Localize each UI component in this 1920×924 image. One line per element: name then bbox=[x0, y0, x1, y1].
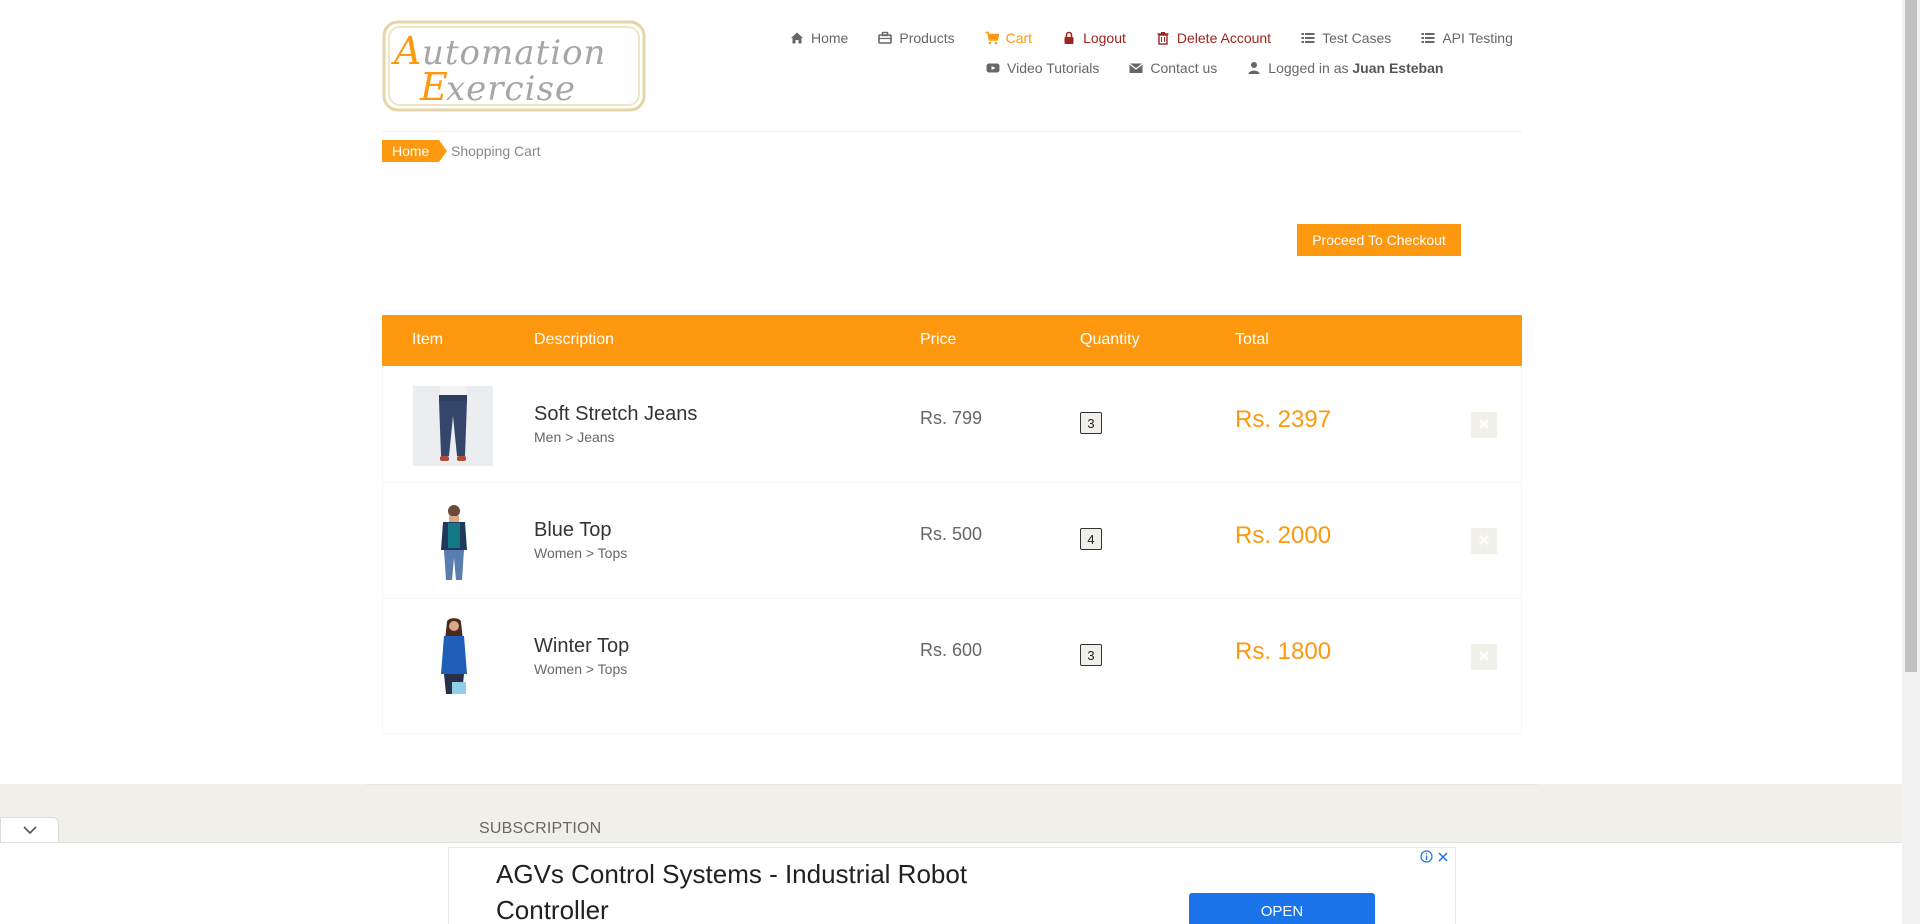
nav-logout-label: Logout bbox=[1083, 30, 1126, 46]
product-total: Rs. 2000 bbox=[1235, 522, 1332, 549]
proceed-to-checkout-button[interactable]: Proceed To Checkout bbox=[1297, 224, 1461, 256]
close-icon bbox=[1479, 648, 1489, 666]
product-name[interactable]: Soft Stretch Jeans bbox=[534, 403, 697, 426]
nav-cart[interactable]: Cart bbox=[985, 30, 1032, 46]
nav-delete-account-label: Delete Account bbox=[1176, 30, 1272, 46]
ad-open-button[interactable]: OPEN bbox=[1189, 893, 1375, 924]
list-icon bbox=[1421, 31, 1435, 45]
cart-row: Blue Top Women > Tops Rs. 500 4 Rs. 2000 bbox=[383, 482, 1521, 599]
nav-api-testing[interactable]: API Testing bbox=[1421, 30, 1513, 46]
close-icon[interactable] bbox=[1437, 850, 1449, 866]
scrollbar-thumb[interactable] bbox=[1905, 0, 1917, 672]
header-item: Item bbox=[412, 331, 444, 348]
product-category: Men > Jeans bbox=[534, 429, 615, 445]
youtube-icon bbox=[986, 61, 1000, 75]
list-icon bbox=[1301, 31, 1315, 45]
secondary-nav: Video Tutorials Contact us Logged in as … bbox=[986, 60, 1443, 76]
product-quantity[interactable]: 4 bbox=[1080, 528, 1102, 550]
header-description: Description bbox=[534, 331, 615, 348]
user-icon bbox=[1247, 61, 1261, 75]
trash-icon bbox=[1156, 31, 1170, 45]
product-name[interactable]: Blue Top bbox=[534, 519, 611, 542]
product-quantity[interactable]: 3 bbox=[1080, 644, 1102, 666]
header-divider bbox=[382, 131, 1522, 132]
page: A utomation E xercise Home Products Cart bbox=[0, 0, 1902, 924]
header-total: Total bbox=[1235, 331, 1269, 348]
product-image-blue-top[interactable] bbox=[413, 502, 493, 582]
nav-logged-in-user[interactable]: Logged in as Juan Esteban bbox=[1247, 60, 1443, 76]
delete-item-button[interactable] bbox=[1471, 412, 1497, 438]
nav-home-label: Home bbox=[811, 30, 849, 46]
ad-collapse-button[interactable] bbox=[0, 817, 59, 844]
ad-box[interactable]: AGVs Control Systems - Industrial Robot … bbox=[448, 847, 1456, 924]
product-category: Women > Tops bbox=[534, 545, 628, 561]
close-icon bbox=[1479, 532, 1489, 550]
nav-cart-label: Cart bbox=[1005, 30, 1033, 46]
home-icon bbox=[790, 31, 804, 45]
ad-title[interactable]: AGVs Control Systems - Industrial Robot … bbox=[496, 856, 1056, 924]
product-total: Rs. 2397 bbox=[1235, 406, 1332, 433]
site-logo[interactable]: A utomation E xercise bbox=[382, 20, 646, 112]
logged-in-prefix: Logged in as bbox=[1268, 60, 1349, 76]
nav-video-tutorials-label: Video Tutorials bbox=[1007, 60, 1100, 76]
product-price: Rs. 500 bbox=[920, 524, 983, 544]
nav-home[interactable]: Home bbox=[790, 30, 848, 46]
nav-logout[interactable]: Logout bbox=[1062, 30, 1126, 46]
svg-text:E: E bbox=[419, 65, 448, 109]
footer-divider bbox=[366, 784, 1538, 785]
lock-icon bbox=[1062, 31, 1076, 45]
close-icon bbox=[1479, 416, 1489, 434]
breadcrumb-current: Shopping Cart bbox=[451, 143, 541, 159]
nav-products[interactable]: Products bbox=[878, 30, 955, 46]
breadcrumb-home[interactable]: Home bbox=[382, 140, 448, 162]
ad-banner: AGVs Control Systems - Industrial Robot … bbox=[0, 842, 1902, 924]
ad-controls bbox=[1420, 850, 1449, 866]
product-category: Women > Tops bbox=[534, 661, 628, 677]
delete-item-button[interactable] bbox=[1471, 528, 1497, 554]
chevron-down-icon bbox=[22, 822, 37, 840]
envelope-icon bbox=[1129, 61, 1143, 75]
cart-table-header: Item Description Price Quantity Total bbox=[382, 315, 1522, 366]
vertical-scrollbar[interactable] bbox=[1902, 0, 1920, 924]
product-name[interactable]: Winter Top bbox=[534, 635, 629, 658]
header-price: Price bbox=[920, 331, 957, 348]
product-price: Rs. 799 bbox=[920, 408, 983, 428]
nav-products-label: Products bbox=[899, 30, 955, 46]
nav-test-cases-label: Test Cases bbox=[1322, 30, 1392, 46]
briefcase-icon bbox=[878, 31, 893, 45]
product-total: Rs. 1800 bbox=[1235, 638, 1332, 665]
product-image-jeans[interactable] bbox=[413, 386, 493, 466]
product-quantity[interactable]: 3 bbox=[1080, 412, 1102, 434]
svg-text:utomation: utomation bbox=[422, 33, 606, 73]
svg-text:xercise: xercise bbox=[446, 69, 576, 109]
nav-api-testing-label: API Testing bbox=[1442, 30, 1513, 46]
nav-test-cases[interactable]: Test Cases bbox=[1301, 30, 1391, 46]
delete-item-button[interactable] bbox=[1471, 644, 1497, 670]
main-nav: Home Products Cart Logout Delete Account bbox=[790, 30, 1513, 46]
subscription-heading: SUBSCRIPTION bbox=[479, 820, 602, 837]
nav-contact-us-label: Contact us bbox=[1150, 60, 1218, 76]
cart-row: Winter Top Women > Tops Rs. 600 3 Rs. 18… bbox=[383, 598, 1521, 714]
nav-contact-us[interactable]: Contact us bbox=[1129, 60, 1217, 76]
cart-table: Item Description Price Quantity Total So… bbox=[382, 315, 1522, 734]
cart-icon bbox=[985, 31, 999, 45]
header-quantity: Quantity bbox=[1080, 331, 1140, 348]
cart-row: Soft Stretch Jeans Men > Jeans Rs. 799 3… bbox=[383, 366, 1521, 483]
nav-video-tutorials[interactable]: Video Tutorials bbox=[986, 60, 1099, 76]
svg-text:A: A bbox=[391, 29, 421, 73]
info-icon[interactable] bbox=[1420, 850, 1433, 866]
username: Juan Esteban bbox=[1352, 60, 1444, 76]
product-image-winter-top[interactable] bbox=[413, 618, 493, 698]
product-price: Rs. 600 bbox=[920, 640, 983, 660]
nav-delete-account[interactable]: Delete Account bbox=[1156, 30, 1271, 46]
